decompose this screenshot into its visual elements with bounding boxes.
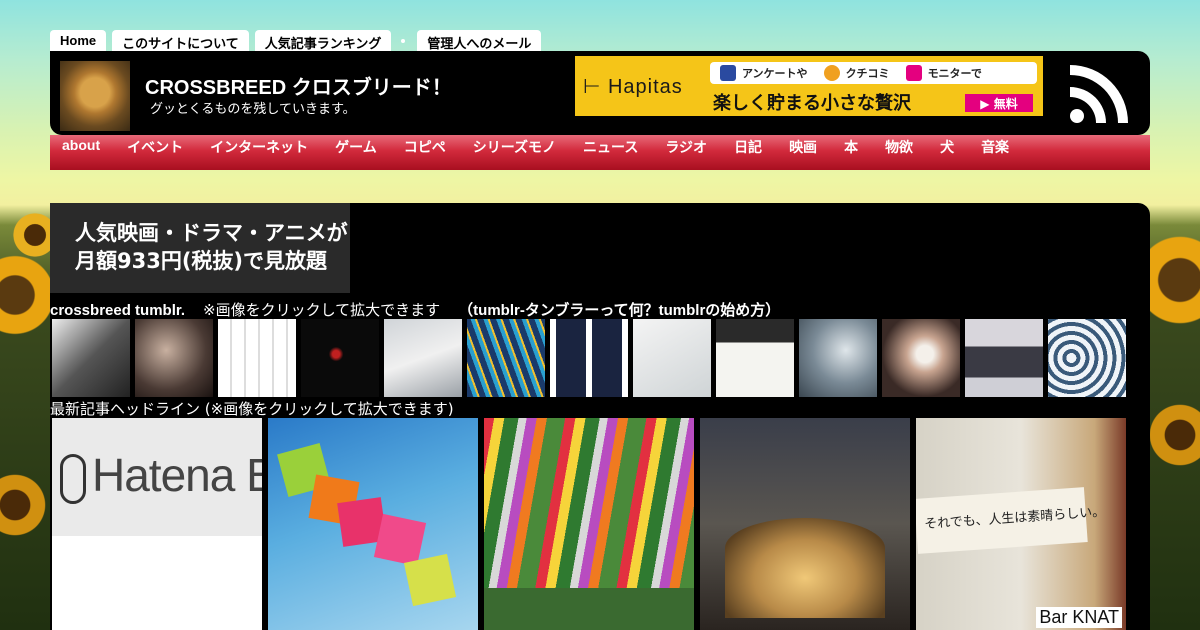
tumblr-header: crossbreed tumblr. ※画像をクリックして拡大できます （tumbl… [50,299,780,320]
article5-brand: Bar KNAT [1036,607,1122,628]
review-icon [823,65,840,81]
sunflower-decoration [1145,400,1200,470]
headline-title: 最新記事ヘッドライン (※画像をクリックして拡大できます) [50,400,454,418]
category-link[interactable]: 音楽 [981,135,1009,157]
category-link[interactable]: ニュース [583,135,638,157]
category-link[interactable]: 犬 [940,135,954,157]
tumblr-thumbnail[interactable] [799,319,877,397]
tumblr-thumbnail[interactable] [135,319,213,397]
tab-ranking[interactable]: 人気記事ランキング [254,30,392,51]
top-tabs: Home このサイトについて 人気記事ランキング 管理人へのメール [50,30,542,51]
category-link[interactable]: シリーズモノ [473,135,556,157]
hapitas-feature-label: アンケートや [742,67,808,80]
headline-articles: Hatena Blog それでも、人生は素晴らしい。 [52,418,1126,630]
video-ad-line1: 人気映画・ドラマ・アニメが [75,221,348,245]
tumblr-guide-link[interactable]: （tumblr-タンブラーって何？tumblrの始め方） [458,302,780,319]
category-link[interactable]: 映画 [789,135,817,157]
category-nav: about イベント インターネット ゲーム コピペ シリーズモノ ニュース ラ… [50,135,1150,170]
hapitas-tagline: 楽しく貯まる小さな贅沢 [713,93,911,114]
site-header: CROSSBREED クロスブリード！ グッとくるものを残していきます。 ⊢ H… [50,51,1150,135]
article-thumbnail[interactable]: それでも、人生は素晴らしい。 Bar KNAT [916,418,1126,630]
field-strip [484,588,694,630]
hapitas-feature-label: モニターで [927,67,982,80]
survey-icon [720,65,736,81]
tumblr-thumbnail[interactable] [1048,319,1126,397]
tumblr-thumbnail[interactable] [384,319,462,397]
article-thumbnail[interactable] [700,418,910,630]
gift-icon [905,65,922,81]
tumblr-note: ※画像をクリックして拡大できます [203,302,441,319]
category-link[interactable]: about [62,135,100,153]
hapitas-feature: アンケートや [720,65,808,81]
hapitas-free-button[interactable]: ▶ 無料 [965,94,1033,112]
category-link[interactable]: ゲーム [335,135,377,157]
sunflower-decoration [0,470,50,540]
headline-panel: 最新記事ヘッドライン (※画像をクリックして拡大できます) Hatena Blo… [50,397,1150,630]
site-title[interactable]: CROSSBREED クロスブリード！ [145,71,452,100]
category-link[interactable]: 日記 [734,135,762,157]
hapitas-ad-banner[interactable]: ⊢ Hapitas アンケートや クチコミ モニターで 楽しく貯まる小さな贅沢 … [575,56,1043,116]
category-link[interactable]: 本 [844,135,858,157]
tumblr-title[interactable]: crossbreed tumblr. [50,302,185,319]
video-ad-line2: 月額933円(税抜)で見放題 [75,249,328,273]
hatena-pen-icon [60,454,86,504]
article-thumbnail[interactable] [484,418,694,630]
tumblr-thumbnail[interactable] [52,319,130,397]
hapitas-feature: クチコミ [823,65,890,81]
tumblr-thumbnail[interactable] [301,319,379,397]
tumblr-thumbnail[interactable] [550,319,628,397]
category-link[interactable]: イベント [127,135,183,157]
tumblr-thumbnail[interactable] [882,319,960,397]
dog-avatar[interactable] [60,61,130,131]
rss-feed-icon[interactable] [1070,65,1128,123]
article-thumbnail[interactable]: Hatena Blog [52,418,262,630]
hatena-logo-text: Hatena Blog [92,449,262,501]
tumblr-thumbnail[interactable] [633,319,711,397]
site-subtitle: グッとくるものを残していきます。 [150,102,356,117]
tumblr-thumbnails [52,319,1126,397]
circus-tent [725,518,885,618]
tab-mail[interactable]: 管理人へのメール [417,30,542,51]
tumblr-thumbnail[interactable] [965,319,1043,397]
tumblr-thumbnail[interactable] [716,319,794,397]
hapitas-feature-label: クチコミ [845,67,890,80]
hapitas-feature-box: アンケートや クチコミ モニターで [710,62,1037,84]
article-thumbnail[interactable] [268,418,478,630]
main-panel: 人気映画・ドラマ・アニメが 月額933円(税抜)で見放題 crossbreed … [50,203,1150,630]
category-link[interactable]: 物欲 [885,135,913,157]
tab-separator [401,39,406,43]
hapitas-logo-text: Hapitas [607,76,683,98]
tumblr-thumbnail[interactable] [467,319,545,397]
category-link[interactable]: ラジオ [665,135,707,157]
hapitas-logo: ⊢ Hapitas [583,76,683,98]
sticky-note [373,513,427,567]
category-link[interactable]: インターネット [210,135,308,157]
tumblr-thumbnail[interactable] [218,319,296,397]
category-link[interactable]: コピペ [404,135,446,157]
hapitas-feature: モニターで [905,65,982,81]
tab-home[interactable]: Home [50,30,107,51]
sticky-note [403,553,457,607]
video-service-ad[interactable]: 人気映画・ドラマ・アニメが 月額933円(税抜)で見放題 [50,203,350,293]
tab-about-site[interactable]: このサイトについて [112,30,249,51]
